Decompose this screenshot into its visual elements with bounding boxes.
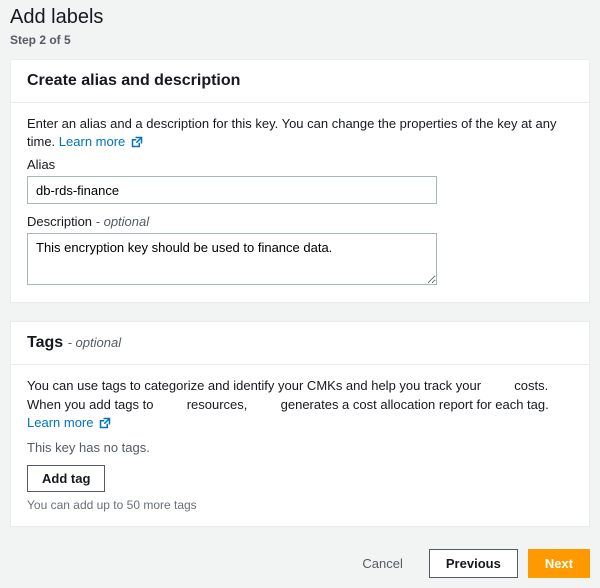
add-tag-button[interactable]: Add tag <box>27 465 105 492</box>
description-label-text: Description <box>27 214 92 229</box>
tags-intro-3: resources, <box>183 397 251 412</box>
redacted-text <box>157 397 183 409</box>
description-optional: - optional <box>96 214 149 229</box>
redacted-text <box>485 378 511 390</box>
tags-heading-text: Tags <box>27 334 63 351</box>
alias-intro: Enter an alias and a description for thi… <box>27 115 573 151</box>
tags-panel-body: You can use tags to categorize and ident… <box>11 365 589 526</box>
cancel-button[interactable]: Cancel <box>346 550 418 577</box>
tags-panel: Tags - optional You can use tags to cate… <box>10 321 590 527</box>
alias-label: Alias <box>27 157 573 172</box>
description-input[interactable] <box>27 233 437 285</box>
alias-input[interactable] <box>27 176 437 204</box>
external-link-icon <box>131 136 143 148</box>
next-button[interactable]: Next <box>528 549 590 578</box>
step-indicator: Step 2 of 5 <box>10 33 590 47</box>
tags-heading-optional: - optional <box>68 335 121 350</box>
tags-learn-more-text: Learn more <box>27 415 93 430</box>
description-label: Description - optional <box>27 214 573 229</box>
tags-panel-header: Tags - optional <box>11 322 589 365</box>
tags-learn-more-link[interactable]: Learn more <box>27 415 111 430</box>
redacted-text <box>251 397 277 409</box>
page-title: Add labels <box>10 6 590 29</box>
alias-panel-body: Enter an alias and a description for thi… <box>11 103 589 302</box>
tags-panel-heading: Tags - optional <box>27 334 573 352</box>
wizard-footer: Cancel Previous Next <box>10 545 590 578</box>
alias-panel-heading: Create alias and description <box>27 72 573 90</box>
tags-intro-1: You can use tags to categorize and ident… <box>27 378 485 393</box>
tags-intro-4: generates a cost allocation report for e… <box>277 397 549 412</box>
previous-button[interactable]: Previous <box>429 549 518 578</box>
alias-learn-more-link[interactable]: Learn more <box>59 134 143 149</box>
external-link-icon <box>99 417 111 429</box>
no-tags-text: This key has no tags. <box>27 440 573 455</box>
tags-intro: You can use tags to categorize and ident… <box>27 377 573 432</box>
alias-learn-more-text: Learn more <box>59 134 125 149</box>
alias-panel: Create alias and description Enter an al… <box>10 59 590 303</box>
tag-limit-text: You can add up to 50 more tags <box>27 498 573 512</box>
alias-panel-header: Create alias and description <box>11 60 589 103</box>
